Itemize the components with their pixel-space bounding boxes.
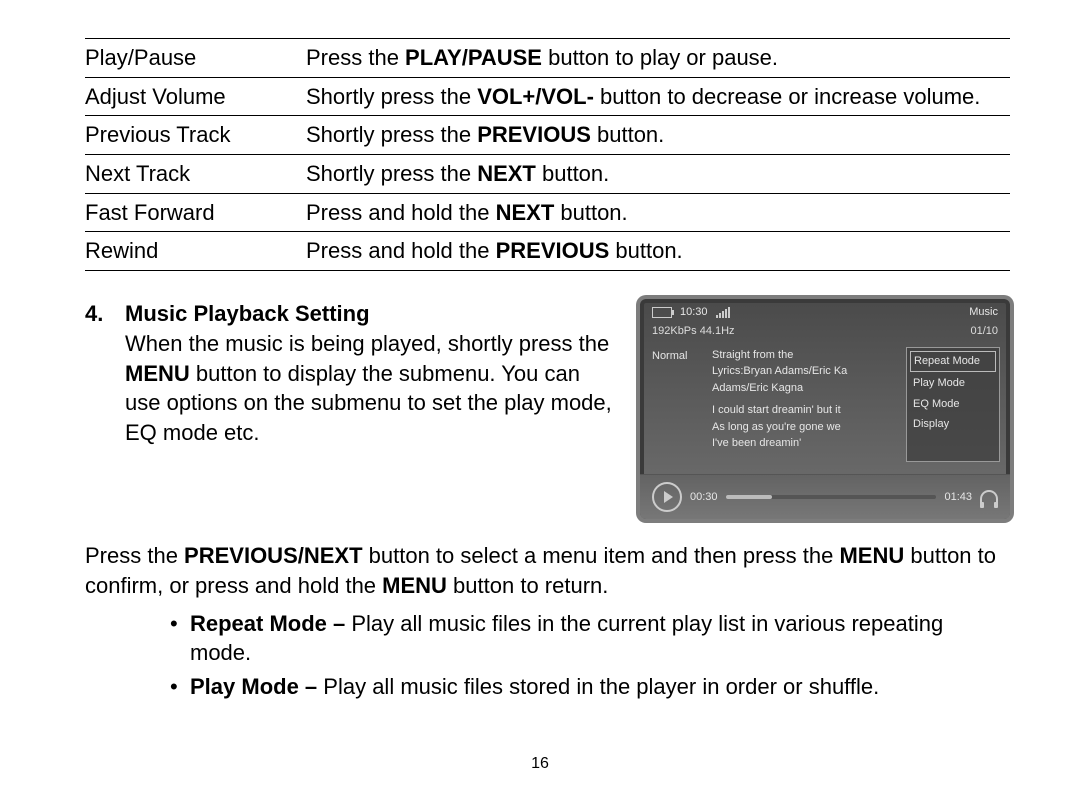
signal-icon [716,308,730,318]
bullet-icon: • [170,609,190,668]
player-lyrics-line: I've been dreamin' [712,435,906,452]
table-row: Next Track Shortly press the NEXT button… [85,155,1010,194]
desc-cell: Shortly press the VOL+/VOL- button to de… [306,77,1010,116]
submenu-item-display: Display [907,414,999,435]
progress-bar [726,495,937,499]
player-clock: 10:30 [680,305,708,320]
action-cell: Fast Forward [85,193,306,232]
player-lyrics-line: I could start dreamin' but it [712,402,906,419]
player-elapsed: 00:30 [690,490,718,505]
action-cell: Previous Track [85,116,306,155]
player-lyrics-line: Lyrics:Bryan Adams/Eric Ka [712,363,906,380]
submenu-item-repeat: Repeat Mode [910,351,996,372]
player-screenshot: 10:30 Music 192KbPs 44.1Hz 01/10 Normal … [640,299,1010,519]
section-heading: 4.Music Playback Setting [85,299,618,329]
action-cell: Play/Pause [85,39,306,78]
table-row: Play/Pause Press the PLAY/PAUSE button t… [85,39,1010,78]
play-icon [652,482,682,512]
section-body: When the music is being played, shortly … [85,329,618,448]
table-row: Fast Forward Press and hold the NEXT but… [85,193,1010,232]
page-number: 16 [0,755,1080,773]
desc-cell: Press and hold the PREVIOUS button. [306,232,1010,271]
bullet-item: • Repeat Mode – Play all music files in … [170,609,1010,668]
desc-cell: Press and hold the NEXT button. [306,193,1010,232]
battery-icon [652,307,672,318]
headphone-icon [980,490,998,504]
player-track-index: 01/10 [970,324,998,339]
controls-table: Play/Pause Press the PLAY/PAUSE button t… [85,38,1010,271]
table-row: Rewind Press and hold the PREVIOUS butto… [85,232,1010,271]
player-submenu: Repeat Mode Play Mode EQ Mode Display [906,347,1000,462]
player-mode-title: Music [969,305,998,320]
player-total: 01:43 [944,490,972,505]
desc-cell: Press the PLAY/PAUSE button to play or p… [306,39,1010,78]
player-lyrics-line: As long as you're gone we [712,419,906,436]
paragraph-nav-instructions: Press the PREVIOUS/NEXT button to select… [85,541,1010,600]
desc-cell: Shortly press the NEXT button. [306,155,1010,194]
player-lyrics-line: Adams/Eric Kagna [712,380,906,397]
desc-cell: Shortly press the PREVIOUS button. [306,116,1010,155]
player-eq-label: Normal [652,347,712,462]
action-cell: Rewind [85,232,306,271]
action-cell: Adjust Volume [85,77,306,116]
player-bitrate: 192KbPs 44.1Hz [652,324,735,339]
submenu-item-play: Play Mode [907,373,999,394]
table-row: Adjust Volume Shortly press the VOL+/VOL… [85,77,1010,116]
table-row: Previous Track Shortly press the PREVIOU… [85,116,1010,155]
action-cell: Next Track [85,155,306,194]
player-song-title: Straight from the [712,347,906,364]
submenu-item-eq: EQ Mode [907,394,999,415]
bullet-item: • Play Mode – Play all music files store… [170,672,1010,702]
bullet-icon: • [170,672,190,702]
